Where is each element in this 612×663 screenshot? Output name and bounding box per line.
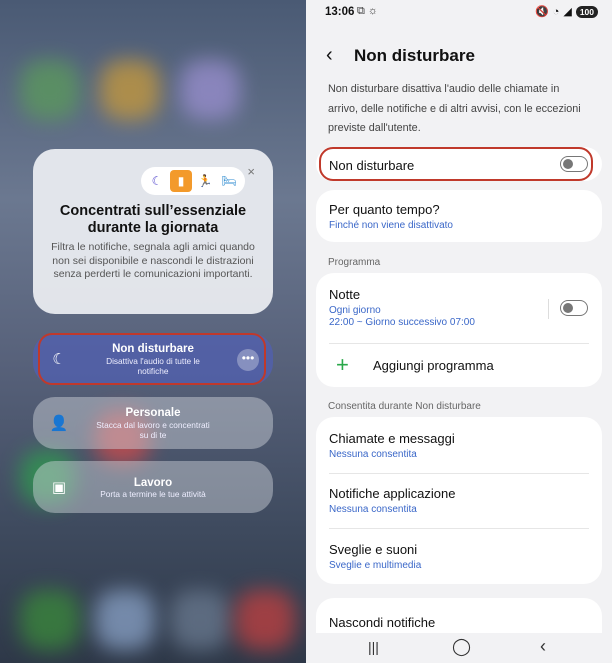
back-icon[interactable]: ‹ — [540, 636, 546, 657]
status-right-icons: 🔇 ◔ ◢ 100 — [535, 5, 598, 18]
schedule-switch[interactable] — [560, 300, 588, 316]
nav-bar: ||| ◯ ‹ — [306, 633, 612, 663]
book-icon: ▮ — [170, 170, 192, 192]
back-arrow-icon[interactable]: ‹ — [326, 44, 346, 67]
duration-title: Per quanto tempo? — [329, 202, 440, 217]
status-time: 13:06 — [325, 6, 355, 18]
close-icon[interactable]: × — [247, 164, 255, 179]
signal-icon: ◢ — [563, 6, 572, 18]
focus-description: Filtra le notifiche, segnala agli amici … — [51, 241, 255, 280]
wifi-icon: ◔ — [552, 5, 560, 18]
allowed-row-calls[interactable]: Chiamate e messaggi Nessuna consentita — [329, 431, 589, 460]
focus-mode-personale[interactable]: 👤 Personale Stacca dal lavoro e concentr… — [33, 397, 273, 449]
duration-value: Finché non viene disattivato — [329, 220, 453, 231]
home-icon[interactable]: ◯ — [452, 637, 471, 657]
blurred-dock-icon — [235, 590, 295, 650]
running-icon: 🏃 — [197, 174, 213, 188]
divider — [329, 473, 589, 474]
page-header: ‹ Non disturbare — [326, 44, 475, 67]
intro-text: Non disturbare disattiva l'audio delle c… — [328, 83, 581, 134]
focus-intro-card: ☾ ▮ 🏃 🛏 × Concentrati sull’essenziale du… — [33, 149, 273, 314]
duration-row[interactable]: Per quanto tempo? Finché non viene disat… — [316, 190, 602, 242]
section-allowed: Consentita durante Non disturbare — [328, 401, 481, 412]
blurred-app-icon — [100, 60, 160, 120]
bed-icon: 🛏 — [221, 174, 237, 188]
screenshot-icon: ⧉ — [357, 5, 365, 17]
page-title: Non disturbare — [354, 45, 475, 65]
brightness-icon: ☼ — [367, 5, 379, 17]
schedule-row[interactable]: Notte Ogni giorno 22:00 ~ Giorno success… — [329, 287, 589, 328]
blurred-app-icon — [180, 60, 240, 120]
highlight-box — [319, 147, 593, 181]
mode-title: Lavoro — [133, 477, 173, 489]
status-icons: ⧉ ☼ — [357, 5, 378, 18]
mode-subtitle: Stacca dal lavoro e concentrati su di te — [96, 420, 210, 440]
add-schedule-button[interactable]: Aggiungi programma — [373, 358, 589, 373]
allowed-row-app-notifications[interactable]: Notifiche applicazione Nessuna consentit… — [329, 486, 589, 515]
focus-icons: ☾ ▮ 🏃 🛏 — [141, 167, 245, 195]
blurred-dock-icon — [95, 590, 155, 650]
section-programma: Programma — [328, 257, 381, 268]
schedule-days: Ogni giorno — [329, 305, 381, 316]
status-bar: 13:06 ⧉ ☼ 🔇 ◔ ◢ 100 — [306, 0, 612, 26]
blurred-dock-icon — [170, 590, 230, 650]
allowed-card: Chiamate e messaggi Nessuna consentita N… — [316, 417, 602, 584]
focus-mode-lavoro[interactable]: ▣ Lavoro Porta a termine le tue attività — [33, 461, 273, 513]
schedule-card: Notte Ogni giorno 22:00 ~ Giorno success… — [316, 273, 602, 387]
plus-icon: + — [336, 352, 349, 377]
blurred-dock-icon — [20, 590, 80, 650]
android-settings-panel: 13:06 ⧉ ☼ 🔇 ◔ ◢ 100 ‹ Non disturbare Non… — [306, 0, 612, 663]
mode-subtitle: Porta a termine le tue attività — [100, 489, 206, 499]
recent-apps-icon[interactable]: ||| — [368, 639, 379, 655]
highlight-box — [38, 333, 266, 385]
battery-icon: 100 — [575, 5, 598, 18]
divider — [329, 343, 589, 344]
moon-icon: ☾ — [151, 174, 163, 188]
allowed-row-alarms[interactable]: Sveglie e suoni Sveglie e multimedia — [329, 542, 589, 571]
schedule-time: 22:00 ~ Giorno successivo 07:00 — [329, 317, 475, 328]
mode-title: Personale — [125, 407, 181, 419]
schedule-title: Notte — [329, 287, 361, 302]
blurred-app-icon — [20, 60, 80, 120]
divider — [329, 528, 589, 529]
separator — [548, 299, 549, 319]
focus-title: Concentrati sull’essenziale durante la g… — [59, 203, 247, 236]
mute-icon: 🔇 — [534, 6, 549, 18]
ios-focus-panel: ☾ ▮ 🏃 🛏 × Concentrati sull’essenziale du… — [0, 0, 306, 663]
